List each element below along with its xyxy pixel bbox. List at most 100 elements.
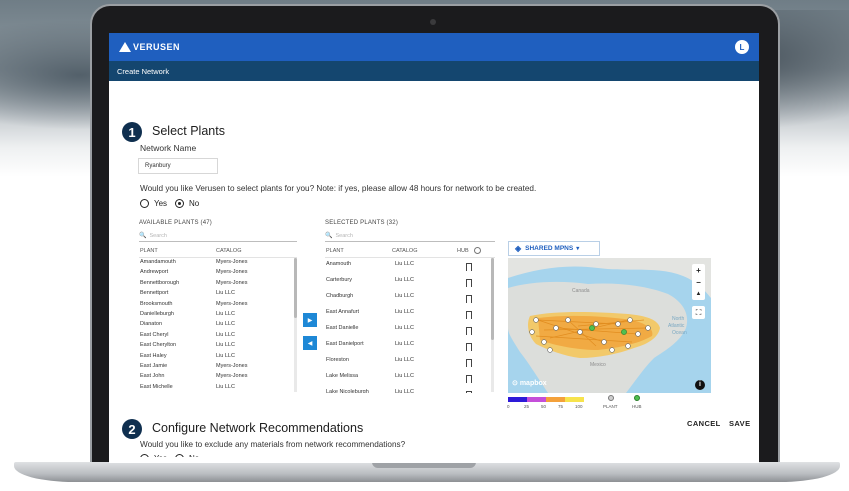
selected-scrollbar[interactable] (491, 258, 494, 392)
selected-col-hub[interactable]: HUB (457, 248, 469, 254)
catalog-name: Liu LLC (216, 352, 235, 359)
catalog-name: Liu LLC (395, 261, 414, 267)
zoom-in-button[interactable]: + (692, 264, 705, 276)
catalog-name: Liu LLC (395, 277, 414, 283)
plant-name: Anamouth (326, 261, 352, 267)
available-plant-row[interactable]: Bennettborough Myers-Jones (139, 280, 289, 290)
selected-plant-row[interactable]: Lake Nicoleburgh Liu LLC (325, 389, 490, 393)
zoom-out-button[interactable]: − (692, 276, 705, 288)
radio-no[interactable] (175, 199, 184, 208)
hub-bookmark-icon[interactable] (466, 295, 472, 303)
available-plant-row[interactable]: Dianaton Liu LLC (139, 321, 289, 331)
available-plant-row[interactable]: East Michelle Liu LLC (139, 384, 289, 393)
map-info-button[interactable]: i (695, 380, 705, 390)
compass-button[interactable]: ▲ (692, 288, 705, 300)
hub-info-icon[interactable] (474, 247, 481, 254)
available-plant-row[interactable]: Danielleburgh Liu LLC (139, 311, 289, 321)
layers-icon: ◈ (515, 244, 522, 253)
heat-legend-tick: 50 (541, 404, 547, 409)
available-col-catalog[interactable]: CATALOG (216, 248, 241, 254)
catalog-name: Liu LLC (395, 357, 414, 363)
hub-legend-icon (634, 395, 640, 401)
selected-plant-row[interactable]: East Danielport Liu LLC (325, 341, 490, 353)
available-plant-row[interactable]: Brooksmouth Myers-Jones (139, 301, 289, 311)
app-header: VERUSEN L (109, 33, 759, 61)
selected-plant-row[interactable]: Carterbury Liu LLC (325, 277, 490, 289)
selected-plant-row[interactable]: Lake Melissa Liu LLC (325, 373, 490, 385)
available-plant-row[interactable]: Andrewport Myers-Jones (139, 269, 289, 279)
plant-name: East Cherylton (140, 342, 177, 349)
selected-plant-row[interactable]: Chadburgh Liu LLC (325, 293, 490, 305)
hub-bookmark-icon[interactable] (466, 327, 472, 335)
catalog-name: Liu LLC (216, 383, 235, 390)
search-icon: 🔍 (139, 233, 147, 239)
available-scrollbar[interactable] (294, 258, 297, 392)
network-name-input[interactable]: Ryanbury (138, 158, 218, 174)
catalog-name: Liu LLC (216, 342, 235, 349)
available-plant-row[interactable]: East Haley Liu LLC (139, 353, 289, 363)
plant-name: Amandamouth (140, 259, 176, 265)
catalog-name: Liu LLC (216, 290, 235, 297)
plant-name: Dianaton (140, 321, 163, 328)
webcam (430, 19, 436, 25)
catalog-name: Myers-Jones (216, 269, 248, 276)
selected-plant-row[interactable]: East Annafurt Liu LLC (325, 309, 490, 321)
radio-yes[interactable] (140, 199, 149, 208)
mapbox-attribution[interactable]: ⊙ mapbox (512, 379, 547, 387)
network-map[interactable]: Canada Mexico North Atlantic Ocean + − ▲ ⛶… (508, 258, 711, 393)
available-col-plant[interactable]: PLANT (140, 248, 158, 254)
catalog-name: Liu LLC (395, 341, 414, 347)
cancel-button[interactable]: CANCEL (687, 419, 721, 428)
page-title: Create Network (109, 61, 759, 81)
shared-mpns-label: SHARED MPNS (525, 245, 574, 252)
verusen-logo[interactable]: VERUSEN (119, 42, 180, 52)
catalog-name: Myers-Jones (216, 300, 248, 307)
hub-bookmark-icon[interactable] (466, 279, 472, 287)
available-plant-row[interactable]: East Jamie Myers-Jones (139, 363, 289, 373)
plant-name: Lake Melissa (326, 373, 359, 379)
available-plant-row[interactable]: East Cheryl Liu LLC (139, 332, 289, 342)
hub-bookmark-icon[interactable] (466, 375, 472, 383)
catalog-name: Liu LLC (216, 331, 235, 338)
step-2-title: Configure Network Recommendations (152, 421, 364, 435)
exclude-materials-question: Would you like to exclude any materials … (140, 440, 406, 449)
plant-name: Andrewport (140, 269, 169, 276)
selected-col-plant[interactable]: PLANT (326, 248, 344, 254)
mapbox-logo-icon: ⊙ (512, 380, 518, 387)
selected-plant-row[interactable]: Anamouth Liu LLC (325, 261, 490, 273)
available-scroll-thumb[interactable] (294, 258, 297, 318)
hub-bookmark-icon[interactable] (466, 391, 472, 393)
plant-name: East Annafurt (326, 309, 360, 315)
plant-name: East Danielle (326, 325, 359, 331)
selected-search-input[interactable]: 🔍 Search (325, 230, 495, 242)
shared-mpns-button[interactable]: ◈ SHARED MPNS ▾ (508, 241, 600, 256)
catalog-name: Liu LLC (395, 325, 414, 331)
hub-bookmark-icon[interactable] (466, 263, 472, 271)
avatar[interactable]: L (735, 40, 749, 54)
hub-bookmark-icon[interactable] (466, 311, 472, 319)
selected-plant-row[interactable]: Floreston Liu LLC (325, 357, 490, 369)
plant-name: East John (140, 373, 165, 380)
catalog-name: Myers-Jones (216, 363, 248, 369)
hub-bookmark-icon[interactable] (466, 359, 472, 367)
available-plant-row[interactable]: Bennettport Liu LLC (139, 290, 289, 300)
available-plant-row[interactable]: Amandamouth Myers-Jones (139, 259, 289, 269)
step-1-title: Select Plants (152, 124, 225, 138)
move-left-button[interactable]: ◀ (303, 336, 317, 350)
heat-legend-swatch (527, 397, 546, 402)
selected-plant-row[interactable]: East Danielle Liu LLC (325, 325, 490, 337)
move-right-button[interactable]: ▶ (303, 313, 317, 327)
hub-bookmark-icon[interactable] (466, 343, 472, 351)
catalog-name: Liu LLC (395, 389, 414, 393)
auto-select-question: Would you like Verusen to select plants … (140, 184, 537, 193)
selected-scroll-thumb[interactable] (491, 258, 494, 340)
available-search-input[interactable]: 🔍 Search (139, 230, 297, 242)
heat-legend-swatch (546, 397, 565, 402)
fullscreen-button[interactable]: ⛶ (692, 306, 705, 319)
catalog-name: Myers-Jones (216, 279, 248, 286)
available-plant-row[interactable]: East John Myers-Jones (139, 373, 289, 383)
selected-col-catalog[interactable]: CATALOG (392, 248, 417, 254)
save-button[interactable]: SAVE (729, 419, 750, 428)
available-plants-heading: AVAILABLE PLANTS (47) (139, 220, 213, 226)
available-plant-row[interactable]: East Cherylton Liu LLC (139, 342, 289, 352)
